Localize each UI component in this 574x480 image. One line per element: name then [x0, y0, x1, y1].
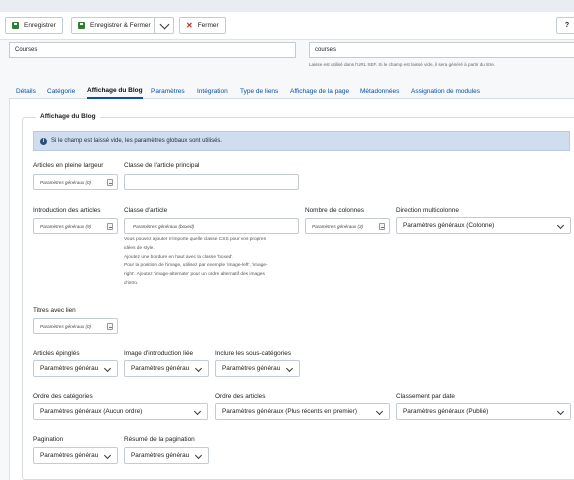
alias-input[interactable]: courses — [309, 42, 574, 58]
tab-page-display[interactable]: Affichage de la page — [290, 83, 349, 99]
links-value: Paramètres généraux (0) — [40, 323, 92, 329]
chevron-down-icon — [556, 407, 565, 416]
chevron-down-icon — [194, 451, 203, 460]
chevron-down-icon — [103, 451, 112, 460]
pagination-label: Pagination — [33, 436, 64, 443]
hint-line: d'intro. — [124, 280, 139, 286]
tab-details[interactable]: Détails — [16, 83, 36, 99]
hint-line: Vous pouvez ajouter n'importe quelle cla… — [124, 237, 266, 242]
fieldset-legend: Affichage du Blog — [36, 113, 100, 120]
tab-category[interactable]: Catégorie — [47, 83, 75, 99]
title-value: Courses — [15, 47, 38, 53]
chevron-down-icon — [193, 407, 202, 416]
help-button[interactable]: ? — [556, 17, 574, 34]
alias-help-text: Laisse est utilisé dans l'URL SEF. Si le… — [309, 62, 496, 67]
cat-order-select[interactable]: Paramètres généraux (Aucun ordre) — [33, 403, 208, 420]
chevron-down-icon — [159, 19, 169, 29]
top-band — [0, 0, 574, 12]
info-icon: i — [40, 137, 47, 145]
title-input[interactable]: Courses — [9, 42, 296, 58]
tab-blog-layout[interactable]: Affichage du Blog — [87, 83, 143, 99]
chevron-down-icon — [556, 221, 565, 230]
article-order-value: Paramètres généraux (Plus récents en pre… — [222, 408, 357, 415]
cat-order-value: Paramètres généraux (Aucun ordre) — [40, 408, 143, 415]
info-alert-text: Si le champ est laissé vide, les paramèt… — [51, 138, 223, 144]
hint-line: right'. Ajoutez 'image-alternate' pour u… — [124, 272, 265, 278]
spinner-icon[interactable] — [379, 223, 385, 230]
spinner-icon[interactable] — [107, 323, 113, 330]
save-button-label: Enregistrer — [24, 22, 56, 29]
article-class-input[interactable]: Paramètres généraux (boxed) — [124, 218, 299, 234]
save-options-dropdown[interactable] — [154, 17, 174, 34]
save-button[interactable]: Enregistrer — [5, 17, 63, 34]
pinned-label: Articles épinglés — [33, 350, 80, 357]
direction-value: Paramètres généraux (Colonne) — [403, 222, 495, 229]
leading-class-input[interactable] — [124, 174, 299, 190]
info-alert: i Si le champ est laissé vide, les param… — [33, 131, 570, 151]
help-button-label: ? — [564, 22, 570, 29]
article-class-label: Classe d'article — [124, 207, 168, 214]
leading-field[interactable]: Paramètres généraux (0) — [33, 174, 118, 190]
save-close-button-label: Enregistrer & Fermer — [90, 22, 151, 29]
save-icon — [12, 22, 19, 29]
linked-image-value: Paramètres générau — [131, 365, 190, 372]
tab-integration[interactable]: Intégration — [197, 83, 228, 99]
article-class-value: Paramètres généraux (boxed) — [133, 223, 195, 229]
subcats-value: Paramètres générau — [222, 365, 281, 372]
links-field[interactable]: Paramètres généraux (0) — [33, 318, 118, 334]
chevron-down-icon — [375, 407, 384, 416]
article-order-select[interactable]: Paramètres généraux (Plus récents en pre… — [215, 403, 390, 420]
subcats-select[interactable]: Paramètres générau — [215, 360, 300, 377]
save-icon — [78, 22, 85, 29]
close-icon: ✕ — [186, 21, 193, 30]
article-order-label: Ordre des articles — [215, 393, 266, 400]
pagination-value: Paramètres générau — [40, 452, 99, 459]
chevron-down-icon — [285, 364, 294, 373]
intro-value: Paramètres généraux (9) — [40, 223, 92, 229]
chevron-down-icon — [194, 364, 203, 373]
columns-field[interactable]: Paramètres généraux (3) — [305, 218, 390, 234]
tab-metadata[interactable]: Métadonnées — [360, 83, 399, 99]
spinner-icon[interactable] — [107, 223, 113, 230]
chevron-down-icon — [103, 364, 112, 373]
linked-image-label: Image d'introduction liée — [124, 350, 194, 357]
hint-line: Ajoutez une bordure en haut avec la clas… — [124, 254, 234, 260]
toolbar: Enregistrer Enregistrer & Fermer ✕ Ferme… — [0, 12, 574, 40]
tab-bar: Détails Catégorie Affichage du Blog Para… — [9, 83, 574, 99]
leading-label: Articles en pleine largeur — [33, 162, 104, 169]
date-order-value: Paramètres généraux (Publié) — [403, 408, 489, 415]
linked-image-select[interactable]: Paramètres générau — [124, 360, 209, 377]
leading-class-label: Classe de l'article principal — [124, 162, 200, 169]
article-class-hint: Vous pouvez ajouter n'importe quelle cla… — [124, 236, 304, 289]
columns-value: Paramètres généraux (3) — [312, 223, 364, 229]
pinned-select[interactable]: Paramètres générau — [33, 360, 118, 377]
hint-line: Pour la position de l'image, utilisez pa… — [124, 263, 268, 269]
pinned-value: Paramètres générau — [40, 365, 99, 372]
pagination-summary-select[interactable]: Paramètres générau — [124, 447, 209, 464]
pagination-summary-value: Paramètres générau — [131, 452, 190, 459]
pagination-select[interactable]: Paramètres générau — [33, 447, 118, 464]
hint-line: idées de style. — [124, 245, 155, 251]
tab-link-type[interactable]: Type de liens — [240, 83, 278, 99]
tab-options[interactable]: Paramètres — [151, 83, 185, 99]
blog-layout-fieldset — [22, 117, 574, 480]
subcats-label: Inclure les sous-catégories — [215, 350, 292, 357]
columns-label: Nombre de colonnes — [305, 207, 364, 214]
tab-module-assignment[interactable]: Assignation de modules — [411, 83, 480, 99]
close-button[interactable]: ✕ Fermer — [179, 17, 226, 34]
cat-order-label: Ordre des catégories — [33, 393, 93, 400]
date-order-label: Classement par date — [396, 393, 455, 400]
spinner-icon[interactable] — [107, 179, 113, 186]
date-order-select[interactable]: Paramètres généraux (Publié) — [396, 403, 571, 420]
direction-select[interactable]: Paramètres généraux (Colonne) — [396, 217, 571, 234]
direction-label: Direction multicolonne — [396, 207, 459, 214]
alias-value: courses — [315, 47, 337, 53]
pagination-summary-label: Résumé de la pagination — [124, 436, 195, 443]
intro-label: Introduction des articles — [33, 207, 101, 214]
leading-value: Paramètres généraux (0) — [40, 179, 92, 185]
close-button-label: Fermer — [197, 22, 219, 29]
links-label: Titres avec lien — [33, 307, 76, 314]
save-close-button[interactable]: Enregistrer & Fermer — [71, 17, 158, 34]
intro-field[interactable]: Paramètres généraux (9) — [33, 218, 118, 234]
